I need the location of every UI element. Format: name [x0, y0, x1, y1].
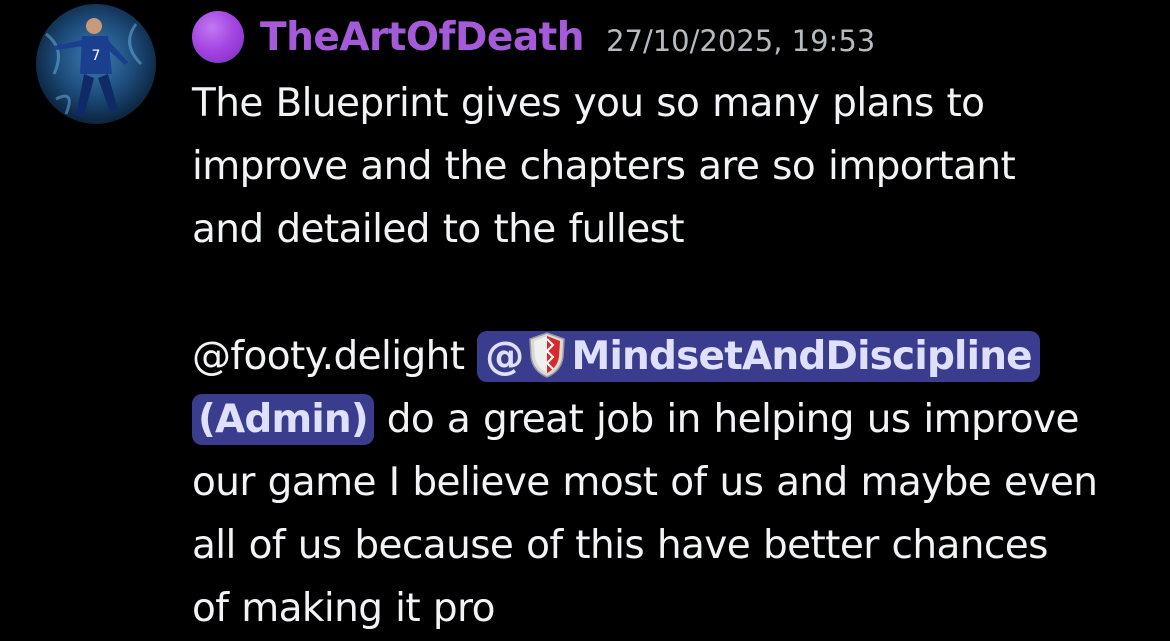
message-line: improve and the chapters are so importan… — [192, 144, 1016, 189]
user-mention[interactable]: @footy.delight — [192, 334, 465, 379]
avatar-image: 7 — [36, 4, 156, 124]
role-icon — [192, 11, 244, 63]
message-line: our game I believe most of us and maybe … — [192, 460, 1098, 505]
message-timestamp[interactable]: 27/10/2025, 19:53 — [606, 24, 875, 58]
message-header: TheArtOfDeath 27/10/2025, 19:53 — [192, 11, 875, 63]
message-line: and detailed to the fullest — [192, 207, 685, 252]
message-line: of making it pro — [192, 586, 495, 631]
message-text: do a great job in helping us improve — [373, 397, 1080, 442]
role-mention[interactable]: @ MindsetAndDiscipline — [477, 331, 1040, 382]
avatar[interactable]: 7 — [36, 4, 156, 124]
message-line: all of us because of this have better ch… — [192, 523, 1048, 568]
message-line: @footy.delight @ MindsetAndDiscipline — [192, 325, 1152, 388]
role-mention-suffix[interactable]: (Admin) — [192, 394, 374, 445]
svg-text:7: 7 — [92, 48, 101, 64]
role-mention-name: MindsetAndDiscipline — [571, 334, 1032, 379]
paragraph-break — [192, 261, 1152, 325]
message-line: (Admin) do a great job in helping us imp… — [192, 388, 1152, 451]
message-content: The Blueprint gives you so many plans to… — [192, 72, 1152, 640]
message-line: The Blueprint gives you so many plans to — [192, 81, 985, 126]
author-username[interactable]: TheArtOfDeath — [260, 15, 585, 60]
role-mention-at: @ — [485, 334, 524, 379]
shield-icon — [527, 331, 567, 379]
